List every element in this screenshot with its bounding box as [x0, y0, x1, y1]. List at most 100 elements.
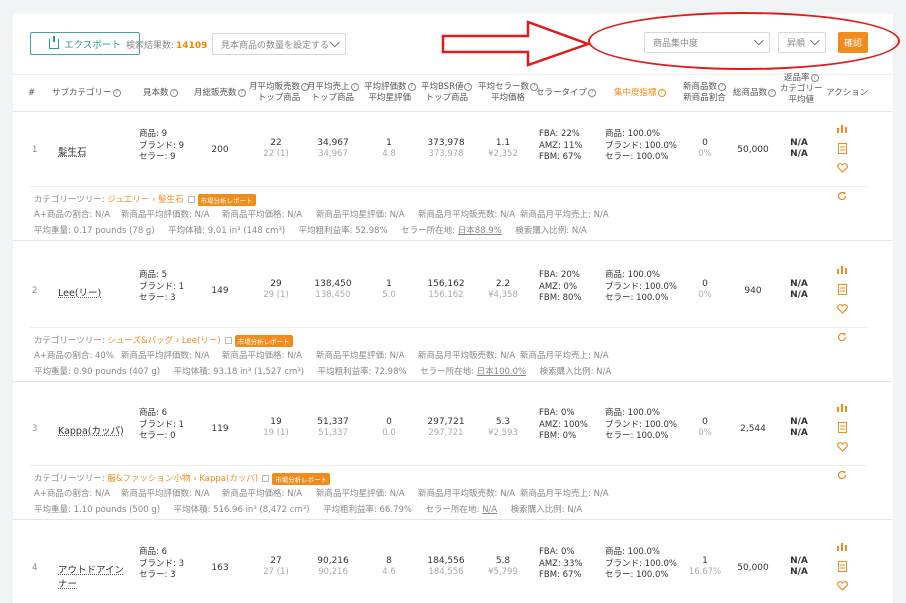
sample-breakdown: 商品: 6 ブランド: 3 セラー: 3 — [139, 547, 184, 580]
row-bottom-line — [13, 240, 893, 241]
avg-bsr-value: 297,721 297,721 — [427, 417, 465, 438]
subcategory-name-link[interactable]: アウトドアインナー — [58, 562, 128, 590]
red-ellipse-annotation — [588, 12, 900, 70]
col-sample[interactable]: 見本数? — [143, 88, 178, 99]
col-index: # — [28, 88, 36, 98]
row-divider — [30, 186, 868, 187]
concentration-breakdown: 商品: 100.0% ブランド: 100.0% セラー: 100.0% — [605, 408, 677, 441]
help-icon: ? — [169, 88, 178, 97]
document-icon[interactable] — [836, 142, 848, 154]
avg-revenue-value: 90,216 90,216 — [317, 556, 349, 577]
heart-icon[interactable] — [836, 441, 848, 453]
row-index: 4 — [32, 563, 38, 573]
monthly-sales-value: 163 — [211, 563, 229, 573]
meta-stat: 新商品平均星評価: N/A — [316, 210, 405, 220]
category-tree-link[interactable]: 服&ファッション小物 › Kappa(カッパ) — [107, 474, 258, 484]
meta-stat: 新商品月平均売上: N/A — [520, 351, 609, 361]
col-new-items[interactable]: 新商品数? 新商品割合 — [683, 82, 727, 104]
subcategory-name-link[interactable]: 髪生石 — [58, 144, 128, 158]
meta-stats-2: 平均重量: 0.17 pounds (78 g) 平均体積: 9.01 in³ … — [34, 226, 587, 236]
help-icon: ? — [407, 82, 416, 91]
refresh-icon[interactable] — [836, 469, 848, 481]
red-arrow-annotation — [441, 20, 592, 67]
market-report-badge[interactable]: 市場分析レポート — [272, 472, 331, 485]
subcategory-name-link[interactable]: Lee(リー) — [58, 285, 128, 299]
sample-breakdown: 商品: 9 ブランド: 9 セラー: 9 — [139, 129, 184, 162]
help-icon: ? — [657, 88, 666, 97]
return-rate-value: N/A N/A — [790, 138, 808, 159]
row-divider — [30, 465, 868, 466]
export-button[interactable]: エクスポート — [30, 32, 140, 55]
avg-sellers-value: 5.8 ¥5,799 — [488, 556, 518, 577]
new-items-value: 0 0% — [698, 279, 712, 300]
sample-qty-select[interactable]: 見本商品の数量を設定する — [212, 33, 346, 55]
col-return-rate[interactable]: 返品率? カテゴリー 平均値 — [780, 73, 823, 106]
col-concentration[interactable]: 集中度指標? — [614, 88, 666, 99]
col-avg-sellers[interactable]: 平均セラー数? 平均価格 — [478, 82, 539, 104]
market-report-badge[interactable]: 市場分析レポート — [234, 334, 293, 347]
bar-chart-icon[interactable] — [836, 401, 848, 413]
meta-stats-2: 平均重量: 0.90 pounds (407 g) 平均体積: 93.18 in… — [34, 367, 612, 377]
new-items-value: 0 0% — [698, 417, 712, 438]
col-total-items[interactable]: 総商品数? — [733, 88, 777, 99]
meta-stat: 新商品平均価格: N/A — [222, 489, 303, 499]
concentration-breakdown: 商品: 100.0% ブランド: 100.0% セラー: 100.0% — [605, 129, 677, 162]
help-icon: ? — [810, 73, 819, 82]
avg-revenue-value: 138,450 138,450 — [314, 279, 352, 300]
refresh-icon[interactable] — [836, 331, 848, 343]
category-tree: カテゴリーツリー: シューズ&バッグ › Lee(リー) 市場分析レポート — [34, 334, 293, 347]
subcategory-name-link[interactable]: Kappa(カッパ) — [58, 423, 128, 437]
meta-stat: 新商品月平均売上: N/A — [520, 210, 609, 220]
category-tree-link[interactable]: ジュエリー › 髪生石 — [107, 195, 183, 205]
heart-icon[interactable] — [836, 303, 848, 315]
avg-reviews-value: 1 4.8 — [382, 138, 396, 159]
export-label: エクスポート — [64, 39, 121, 51]
header-bottom-line — [13, 111, 893, 112]
document-icon[interactable] — [836, 283, 848, 295]
heart-icon[interactable] — [836, 580, 848, 592]
download-icon — [49, 35, 60, 49]
monthly-sales-value: 200 — [211, 145, 229, 155]
col-avg-bsr[interactable]: 平均BSR値? トップ商品 — [421, 82, 473, 104]
col-avg-revenue[interactable]: 月平均売上? トップ商品 — [307, 82, 359, 104]
meta-stat: 新商品平均評価数: N/A — [121, 489, 210, 499]
avg-reviews-value: 0 0.0 — [382, 417, 396, 438]
avg-sales-value: 22 22 (1) — [263, 138, 289, 159]
col-seller-type[interactable]: セラータイプ? — [536, 88, 597, 99]
result-count: 検索結果数: 14109 — [126, 41, 208, 51]
row-index: 1 — [32, 145, 38, 155]
meta-stat: 新商品平均評価数: N/A — [121, 351, 210, 361]
col-monthly-sales[interactable]: 月総販売数? — [194, 88, 246, 99]
concentration-breakdown: 商品: 100.0% ブランド: 100.0% セラー: 100.0% — [605, 270, 677, 303]
seller-type-breakdown: FBA: 20% AMZ: 0% FBM: 80% — [539, 270, 582, 303]
external-link-icon — [187, 196, 195, 203]
row-index: 2 — [32, 286, 38, 296]
meta-stat: 新商品平均価格: N/A — [222, 210, 303, 220]
col-avg-sales[interactable]: 月平均販売数? トップ商品 — [249, 82, 310, 104]
document-icon[interactable] — [836, 560, 848, 572]
market-report-badge[interactable]: 市場分析レポート — [197, 193, 256, 206]
bar-chart-icon[interactable] — [836, 540, 848, 552]
meta-stat: A+商品の割合: N/A — [34, 489, 111, 499]
col-avg-reviews[interactable]: 平均評価数? 平均星評価 — [364, 82, 416, 104]
document-icon[interactable] — [836, 421, 848, 433]
seller-type-breakdown: FBA: 22% AMZ: 11% FBM: 67% — [539, 129, 583, 162]
bar-chart-icon[interactable] — [836, 122, 848, 134]
return-rate-value: N/A N/A — [790, 417, 808, 438]
col-subcategory[interactable]: サブカテゴリー? — [52, 88, 121, 99]
row-bottom-line — [13, 381, 893, 382]
category-tree-link[interactable]: シューズ&バッグ › Lee(リー) — [107, 336, 220, 346]
total-items-value: 940 — [744, 286, 762, 296]
seller-type-breakdown: FBA: 0% AMZ: 100% FBM: 0% — [539, 408, 588, 441]
sample-breakdown: 商品: 6 ブランド: 1 セラー: 0 — [139, 408, 184, 441]
return-rate-value: N/A N/A — [790, 279, 808, 300]
meta-stat: 新商品月平均販売数: N/A — [418, 351, 516, 361]
refresh-icon[interactable] — [836, 190, 848, 202]
help-icon: ? — [768, 88, 777, 97]
help-icon: ? — [112, 88, 121, 97]
heart-icon[interactable] — [836, 162, 848, 174]
avg-sellers-value: 5.3 ¥2,593 — [488, 417, 518, 438]
bar-chart-icon[interactable] — [836, 263, 848, 275]
avg-revenue-value: 34,967 34,967 — [317, 138, 349, 159]
avg-sellers-value: 1.1 ¥2,352 — [488, 138, 518, 159]
